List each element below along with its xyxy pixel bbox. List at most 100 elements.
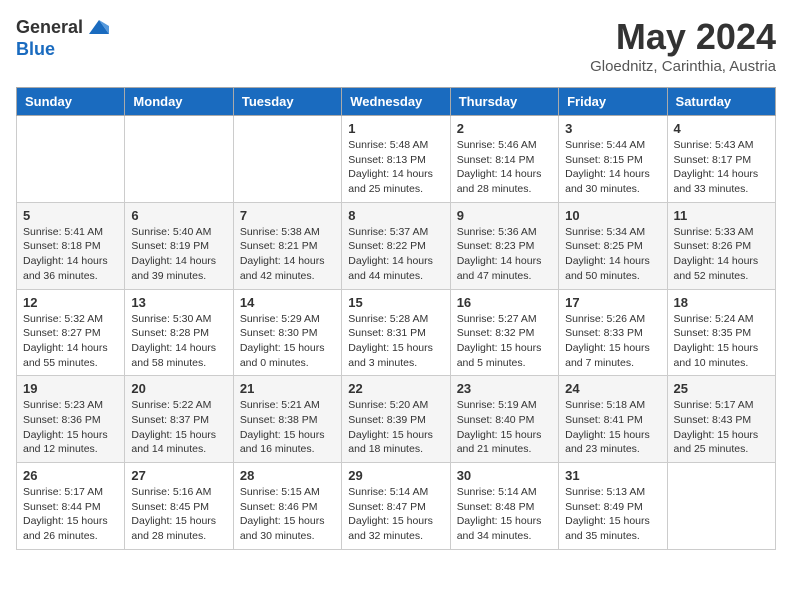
day-number: 3 (565, 121, 660, 136)
calendar-table: SundayMondayTuesdayWednesdayThursdayFrid… (16, 87, 776, 550)
logo: General Blue (16, 16, 109, 60)
calendar-cell: 8 Sunrise: 5:37 AM Sunset: 8:22 PM Daylig… (342, 202, 450, 289)
calendar-cell (125, 116, 233, 203)
calendar-cell: 20Sunrise: 5:22 AM Sunset: 8:37 PM Dayli… (125, 376, 233, 463)
calendar-cell: 2Sunrise: 5:46 AM Sunset: 8:14 PM Daylig… (450, 116, 558, 203)
calendar-cell: 6 Sunrise: 5:40 AM Sunset: 8:19 PM Daylig… (125, 202, 233, 289)
day-number: 21 (240, 381, 335, 396)
calendar-cell: 26Sunrise: 5:17 AM Sunset: 8:44 PM Dayli… (17, 463, 125, 550)
calendar-cell: 3Sunrise: 5:44 AM Sunset: 8:15 PM Daylig… (559, 116, 667, 203)
logo-general-text: General (16, 18, 83, 38)
calendar-cell: 14Sunrise: 5:29 AM Sunset: 8:30 PM Dayli… (233, 289, 341, 376)
calendar-week-row: 12 Sunrise: 5:32 AM Sunset: 8:27 PM Dayli… (17, 289, 776, 376)
day-number: 10 (565, 208, 660, 223)
day-number: 1 (348, 121, 443, 136)
day-number: 25 (674, 381, 769, 396)
day-number: 12 (23, 295, 118, 310)
day-info: Sunrise: 5:37 AM Sunset: 8:22 PM Dayligh… (348, 225, 443, 284)
day-number: 30 (457, 468, 552, 483)
calendar-header-row: SundayMondayTuesdayWednesdayThursdayFrid… (17, 88, 776, 116)
day-number: 29 (348, 468, 443, 483)
day-number: 5 (23, 208, 118, 223)
day-info: Sunrise: 5:26 AM Sunset: 8:33 PM Dayligh… (565, 312, 660, 371)
calendar-cell: 16Sunrise: 5:27 AM Sunset: 8:32 PM Dayli… (450, 289, 558, 376)
calendar-week-row: 1 Sunrise: 5:48 AM Sunset: 8:13 PM Daylig… (17, 116, 776, 203)
day-number: 7 (240, 208, 335, 223)
day-number: 11 (674, 208, 769, 223)
day-number: 19 (23, 381, 118, 396)
logo-blue-text: Blue (16, 40, 109, 60)
day-info: Sunrise: 5:19 AM Sunset: 8:40 PM Dayligh… (457, 398, 552, 457)
calendar-week-row: 26Sunrise: 5:17 AM Sunset: 8:44 PM Dayli… (17, 463, 776, 550)
page-header: General Blue May 2024 Gloednitz, Carinth… (16, 16, 776, 75)
calendar-cell: 15 Sunrise: 5:28 AM Sunset: 8:31 PM Dayli… (342, 289, 450, 376)
day-number: 23 (457, 381, 552, 396)
calendar-cell: 19Sunrise: 5:23 AM Sunset: 8:36 PM Dayli… (17, 376, 125, 463)
location-title: Gloednitz, Carinthia, Austria (590, 58, 776, 75)
day-number: 22 (348, 381, 443, 396)
day-number: 17 (565, 295, 660, 310)
calendar-cell (17, 116, 125, 203)
month-title: May 2024 (590, 16, 776, 58)
calendar-day-header: Friday (559, 88, 667, 116)
calendar-cell: 23 Sunrise: 5:19 AM Sunset: 8:40 PM Dayli… (450, 376, 558, 463)
day-info: Sunrise: 5:33 AM Sunset: 8:26 PM Dayligh… (674, 225, 769, 284)
day-number: 18 (674, 295, 769, 310)
calendar-cell: 13 Sunrise: 5:30 AM Sunset: 8:28 PM Dayli… (125, 289, 233, 376)
calendar-day-header: Wednesday (342, 88, 450, 116)
calendar-cell: 1 Sunrise: 5:48 AM Sunset: 8:13 PM Daylig… (342, 116, 450, 203)
day-info: Sunrise: 5:40 AM Sunset: 8:19 PM Dayligh… (131, 225, 226, 284)
day-info: Sunrise: 5:48 AM Sunset: 8:13 PM Dayligh… (348, 138, 443, 197)
day-number: 15 (348, 295, 443, 310)
calendar-cell: 31 Sunrise: 5:13 AM Sunset: 8:49 PM Dayli… (559, 463, 667, 550)
day-info: Sunrise: 5:13 AM Sunset: 8:49 PM Dayligh… (565, 485, 660, 544)
calendar-cell: 4 Sunrise: 5:43 AM Sunset: 8:17 PM Daylig… (667, 116, 775, 203)
day-info: Sunrise: 5:32 AM Sunset: 8:27 PM Dayligh… (23, 312, 118, 371)
day-info: Sunrise: 5:30 AM Sunset: 8:28 PM Dayligh… (131, 312, 226, 371)
logo-icon (85, 16, 109, 40)
day-info: Sunrise: 5:17 AM Sunset: 8:44 PM Dayligh… (23, 485, 118, 544)
day-number: 6 (131, 208, 226, 223)
calendar-cell: 28 Sunrise: 5:15 AM Sunset: 8:46 PM Dayli… (233, 463, 341, 550)
day-number: 13 (131, 295, 226, 310)
calendar-cell (667, 463, 775, 550)
day-info: Sunrise: 5:27 AM Sunset: 8:32 PM Dayligh… (457, 312, 552, 371)
calendar-cell: 24Sunrise: 5:18 AM Sunset: 8:41 PM Dayli… (559, 376, 667, 463)
day-number: 24 (565, 381, 660, 396)
calendar-cell: 27Sunrise: 5:16 AM Sunset: 8:45 PM Dayli… (125, 463, 233, 550)
day-info: Sunrise: 5:41 AM Sunset: 8:18 PM Dayligh… (23, 225, 118, 284)
calendar-cell: 21Sunrise: 5:21 AM Sunset: 8:38 PM Dayli… (233, 376, 341, 463)
day-info: Sunrise: 5:46 AM Sunset: 8:14 PM Dayligh… (457, 138, 552, 197)
day-number: 8 (348, 208, 443, 223)
day-number: 4 (674, 121, 769, 136)
calendar-day-header: Thursday (450, 88, 558, 116)
calendar-day-header: Monday (125, 88, 233, 116)
title-block: May 2024 Gloednitz, Carinthia, Austria (590, 16, 776, 75)
calendar-cell: 30 Sunrise: 5:14 AM Sunset: 8:48 PM Dayli… (450, 463, 558, 550)
calendar-week-row: 19Sunrise: 5:23 AM Sunset: 8:36 PM Dayli… (17, 376, 776, 463)
day-number: 28 (240, 468, 335, 483)
day-info: Sunrise: 5:38 AM Sunset: 8:21 PM Dayligh… (240, 225, 335, 284)
day-info: Sunrise: 5:15 AM Sunset: 8:46 PM Dayligh… (240, 485, 335, 544)
day-info: Sunrise: 5:16 AM Sunset: 8:45 PM Dayligh… (131, 485, 226, 544)
calendar-body: 1 Sunrise: 5:48 AM Sunset: 8:13 PM Daylig… (17, 116, 776, 550)
calendar-cell: 12 Sunrise: 5:32 AM Sunset: 8:27 PM Dayli… (17, 289, 125, 376)
day-number: 9 (457, 208, 552, 223)
day-number: 31 (565, 468, 660, 483)
calendar-cell: 18 Sunrise: 5:24 AM Sunset: 8:35 PM Dayli… (667, 289, 775, 376)
calendar-cell: 7 Sunrise: 5:38 AM Sunset: 8:21 PM Daylig… (233, 202, 341, 289)
day-info: Sunrise: 5:22 AM Sunset: 8:37 PM Dayligh… (131, 398, 226, 457)
calendar-cell: 10 Sunrise: 5:34 AM Sunset: 8:25 PM Dayli… (559, 202, 667, 289)
calendar-day-header: Sunday (17, 88, 125, 116)
day-info: Sunrise: 5:29 AM Sunset: 8:30 PM Dayligh… (240, 312, 335, 371)
calendar-week-row: 5 Sunrise: 5:41 AM Sunset: 8:18 PM Daylig… (17, 202, 776, 289)
day-info: Sunrise: 5:24 AM Sunset: 8:35 PM Dayligh… (674, 312, 769, 371)
day-info: Sunrise: 5:28 AM Sunset: 8:31 PM Dayligh… (348, 312, 443, 371)
day-info: Sunrise: 5:36 AM Sunset: 8:23 PM Dayligh… (457, 225, 552, 284)
calendar-cell: 17 Sunrise: 5:26 AM Sunset: 8:33 PM Dayli… (559, 289, 667, 376)
day-info: Sunrise: 5:34 AM Sunset: 8:25 PM Dayligh… (565, 225, 660, 284)
calendar-cell: 5 Sunrise: 5:41 AM Sunset: 8:18 PM Daylig… (17, 202, 125, 289)
day-info: Sunrise: 5:14 AM Sunset: 8:48 PM Dayligh… (457, 485, 552, 544)
day-info: Sunrise: 5:43 AM Sunset: 8:17 PM Dayligh… (674, 138, 769, 197)
calendar-cell: 25Sunrise: 5:17 AM Sunset: 8:43 PM Dayli… (667, 376, 775, 463)
